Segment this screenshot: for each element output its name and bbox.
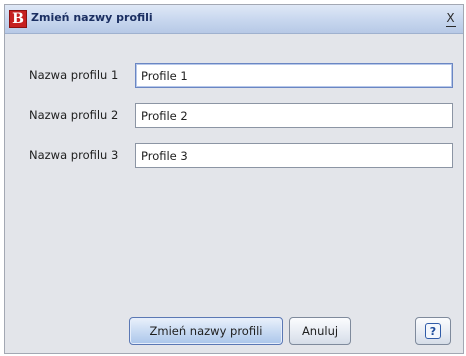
help-icon: ?	[425, 323, 441, 339]
profile-name-label-3: Nazwa profilu 3	[29, 148, 119, 162]
app-logo-icon: B	[9, 10, 27, 28]
rename-profiles-dialog: B Zmień nazwy profili X Nazwa profilu 1 …	[4, 4, 464, 354]
profile-name-row-3: Nazwa profilu 3	[5, 143, 463, 169]
profile-name-label-2: Nazwa profilu 2	[29, 108, 119, 122]
profile-name-row-1: Nazwa profilu 1	[5, 63, 463, 89]
profile-name-input-1[interactable]	[135, 63, 453, 88]
cancel-button[interactable]: Anuluj	[289, 317, 351, 345]
profile-name-input-2[interactable]	[135, 103, 453, 128]
profile-name-input-3[interactable]	[135, 143, 453, 168]
help-button[interactable]: ?	[415, 317, 451, 345]
title-bar[interactable]: B Zmień nazwy profili X	[5, 5, 463, 34]
rename-profiles-button[interactable]: Zmień nazwy profili	[129, 317, 283, 345]
profile-name-row-2: Nazwa profilu 2	[5, 103, 463, 129]
window-title: Zmień nazwy profili	[31, 11, 153, 24]
close-icon[interactable]: X	[444, 12, 457, 27]
profile-name-label-1: Nazwa profilu 1	[29, 68, 119, 82]
